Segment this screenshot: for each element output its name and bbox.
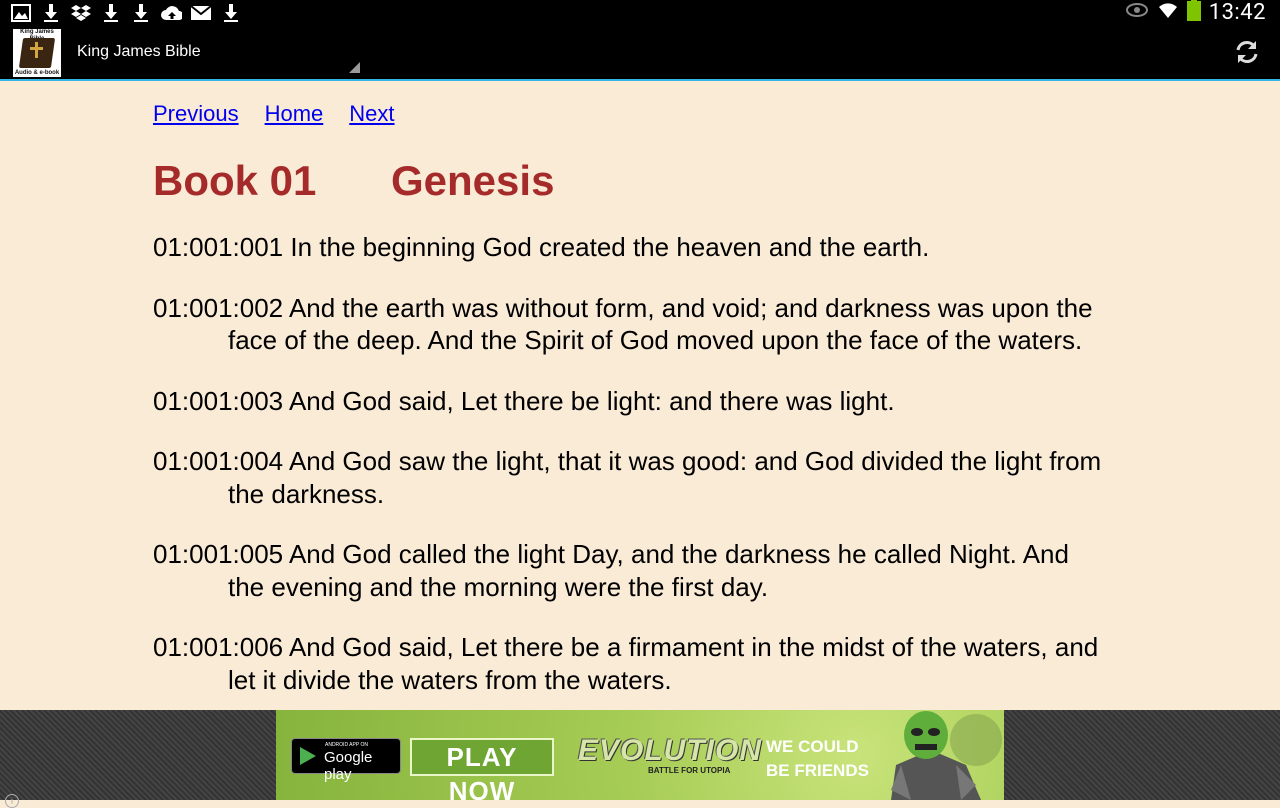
verse-ref: 01:001:005 — [153, 539, 284, 569]
action-bar: King James Bible Audio & e-book King Jam… — [0, 25, 1280, 81]
tagline-line-2: BE FRIENDS — [766, 761, 869, 780]
verse: 01:001:005 And God called the light Day,… — [153, 538, 1108, 603]
verse-list: 01:001:001 In the beginning God created … — [153, 231, 1153, 696]
spinner-indicator-icon[interactable] — [349, 62, 360, 73]
chapter-navigation: Previous Home Next — [153, 101, 1153, 127]
ad-banner[interactable]: ANDROID APP ON Google play PLAY NOW EVOL… — [276, 710, 1004, 800]
game-title: EVOLUTION — [578, 734, 763, 767]
verse-text: And God said, Let there be a firmament i… — [228, 632, 1099, 695]
google-play-badge[interactable]: ANDROID APP ON Google play — [291, 738, 401, 783]
dropbox-icon — [70, 2, 92, 23]
verse-ref: 01:001:002 — [153, 292, 284, 323]
verse-text: In the beginning God created the heaven … — [290, 232, 930, 262]
cloud-upload-icon — [160, 2, 182, 23]
verse-text: And the earth was without form, and void… — [228, 292, 1093, 356]
wifi-icon — [1157, 0, 1179, 25]
info-icon[interactable]: i — [5, 794, 19, 808]
download-icon — [100, 2, 122, 23]
download-icon — [220, 2, 242, 23]
system-icons: 13:42 — [1125, 0, 1266, 25]
eye-icon — [1125, 2, 1149, 23]
book-name: Genesis — [391, 157, 555, 204]
google-play-text: Google play — [324, 749, 373, 783]
image-icon — [10, 2, 32, 23]
download-icon — [40, 2, 62, 23]
verse: 01:001:006 And God said, Let there be a … — [153, 631, 1108, 696]
chapter-content[interactable]: Previous Home Next Book 01 Genesis 01:00… — [153, 80, 1153, 710]
verse-ref: 01:001:006 — [153, 632, 284, 662]
verse-ref: 01:001:001 — [153, 232, 284, 262]
app-icon-bottom-text: Audio & e-book — [14, 70, 60, 76]
ad-bar: i ANDROID APP ON Google play PLAY NOW EV… — [0, 710, 1280, 808]
book-heading: Book 01 Genesis — [153, 157, 1153, 205]
gmail-icon — [190, 2, 212, 23]
download-icon — [130, 2, 152, 23]
refresh-icon[interactable] — [1234, 39, 1260, 65]
battery-icon — [1186, 0, 1201, 26]
verse: 01:001:004 And God saw the light, that i… — [153, 445, 1108, 510]
app-icon[interactable]: King James Bible Audio & e-book — [13, 29, 61, 77]
play-now-button[interactable]: PLAY NOW — [410, 738, 554, 800]
home-link[interactable]: Home — [265, 101, 324, 127]
verse: 01:001:001 In the beginning God created … — [153, 231, 1108, 264]
google-play-small-text: ANDROID APP ON — [325, 742, 368, 748]
previous-link[interactable]: Previous — [153, 101, 239, 127]
status-bar: 13:42 — [0, 0, 1280, 25]
verse-ref: 01:001:003 — [153, 385, 284, 416]
clock: 13:42 — [1208, 0, 1266, 25]
app-title[interactable]: King James Bible — [77, 43, 201, 61]
verse-text: And God saw the light, that it was good:… — [228, 446, 1102, 509]
verse-text: And God called the light Day, and the da… — [228, 539, 1069, 602]
verse: 01:001:002 And the earth was without for… — [153, 292, 1108, 357]
verse: 01:001:003 And God said, Let there be li… — [153, 385, 1108, 418]
verse-ref: 01:001:004 — [153, 446, 284, 476]
ad-tagline: WE COULD BE FRIENDS — [766, 735, 869, 783]
game-subtitle: BATTLE FOR UTOPIA — [648, 766, 731, 775]
book-number: Book 01 — [153, 157, 317, 204]
play-store-icon — [300, 747, 316, 765]
tagline-line-1: WE COULD — [766, 737, 859, 756]
robot-character-image — [871, 710, 1004, 800]
cross-mark-bar — [30, 47, 43, 50]
next-link[interactable]: Next — [349, 101, 394, 127]
verse-text: And God said, Let there be light: and th… — [288, 385, 895, 416]
cross-mark — [35, 42, 38, 58]
notification-icons — [10, 2, 242, 23]
